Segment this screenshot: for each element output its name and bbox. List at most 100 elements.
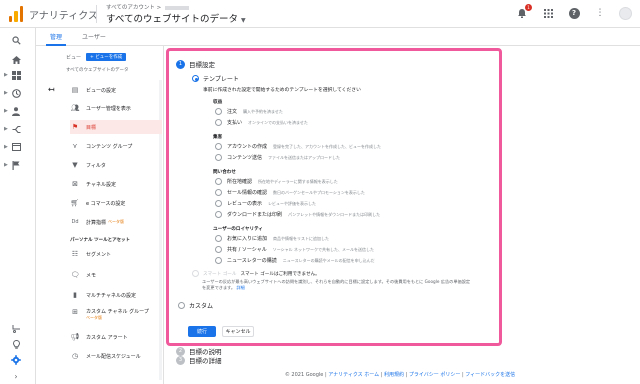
- smart-goal-note: スマート ゴールはご利用できません。: [240, 271, 320, 277]
- template-radio[interactable]: [192, 75, 199, 82]
- memo-icon: 🗨︎: [70, 271, 80, 279]
- tab-admin[interactable]: 管理: [50, 32, 62, 41]
- notifications-bell-icon[interactable]: 1: [515, 4, 532, 20]
- group-acquisition-title: 集客: [213, 135, 223, 140]
- option-create-account[interactable]: アカウントの作成 登録を完了した、アカウントを作成した、ビューを作成した: [215, 143, 381, 150]
- view-item-goals[interactable]: ⚑ 目標: [70, 120, 162, 134]
- back-arrow-icon[interactable]: ↤: [48, 85, 55, 94]
- bar-chart-icon: ▮: [73, 291, 77, 299]
- custom-radio-row[interactable]: カスタム: [178, 301, 213, 310]
- left-nav-rail: ▶ ▶ ▶ ▶ ▶ ▶ ›: [0, 28, 36, 384]
- view-item-scheduled-emails[interactable]: ◷ メール配信スケジュール: [70, 349, 162, 363]
- option-order[interactable]: 注文 購入や予約を済ませた: [215, 108, 283, 115]
- view-item-segments[interactable]: ☷ セグメント: [70, 247, 162, 261]
- option-payment[interactable]: 支払い オンラインでの支払いを済ませた: [215, 119, 308, 126]
- analytics-admin-screen: アナリティクス すべてのアカウント > すべてのウェブサイトのデータ ▼ 1 ? …: [0, 0, 640, 384]
- option-radio[interactable]: [215, 108, 222, 115]
- segment-icon: ☷: [71, 250, 79, 258]
- option-radio[interactable]: [215, 257, 222, 264]
- search-icon[interactable]: [8, 34, 24, 46]
- footer-link-analytics-home[interactable]: アナリティクス ホーム: [328, 372, 379, 378]
- view-item-multichannel[interactable]: ▮ マルチチャネルの設定: [70, 288, 162, 302]
- option-radio[interactable]: [215, 246, 222, 253]
- analytics-logo-icon[interactable]: [9, 6, 23, 22]
- cancel-button[interactable]: キャンセル: [222, 326, 254, 337]
- step-number: 1: [176, 59, 185, 69]
- view-column: ビュー + ビューを作成 すべてのウェブサイトのデータ ↤ ▤ ビューの設定 👥︎…: [48, 46, 164, 384]
- cart-icon: 🛒︎: [70, 199, 80, 207]
- behavior-icon[interactable]: [8, 141, 24, 153]
- option-radio[interactable]: [215, 178, 222, 185]
- top-bar: アナリティクス すべてのアカウント > すべてのウェブサイトのデータ ▼ 1 ? …: [0, 0, 640, 28]
- view-item-filters[interactable]: ▼ フィルタ: [70, 158, 162, 172]
- view-item-settings[interactable]: ▤ ビューの設定: [70, 83, 162, 97]
- option-sale-info[interactable]: セール情報の確認 数日のバーゲンセールやプロモーションを表示した: [215, 189, 365, 196]
- apps-grid-icon[interactable]: [541, 6, 555, 20]
- option-radio[interactable]: [215, 211, 222, 218]
- custom-channel-icon: ⊞: [72, 308, 78, 316]
- template-label: テンプレート: [203, 76, 239, 83]
- view-name[interactable]: すべてのウェブサイトのデータ: [66, 67, 129, 73]
- customization-icon[interactable]: [8, 69, 24, 81]
- smart-goal-row: スマート ゴール スマート ゴールはご利用できません。: [192, 270, 320, 277]
- collapse-chevron-icon[interactable]: ›: [8, 370, 24, 382]
- view-item-ecommerce[interactable]: 🛒︎ e コマースの設定: [70, 196, 162, 210]
- users-icon: 👥︎: [70, 104, 80, 112]
- view-item-user-management[interactable]: 👥︎ ユーザー管理を表示: [70, 101, 162, 115]
- option-download-print[interactable]: ダウンロードまたは印刷 パンフレットや情報をダウンロードまたは印刷した: [215, 211, 380, 218]
- custom-radio[interactable]: [178, 302, 185, 309]
- help-icon[interactable]: ?: [567, 6, 581, 20]
- view-item-calculated-metrics[interactable]: Dd 計算指標 ベータ版: [70, 215, 162, 229]
- discover-lightbulb-icon[interactable]: [8, 338, 24, 350]
- step-goal-details[interactable]: 3 目標の詳細: [176, 355, 222, 365]
- account-avatar[interactable]: [619, 6, 632, 20]
- view-item-custom-alerts[interactable]: 📢︎ カスタム アラート: [70, 330, 162, 344]
- conversions-flag-icon[interactable]: [8, 159, 24, 171]
- view-item-custom-channel-grouping[interactable]: ⊞ カスタム チャネル グループ ベータ版: [70, 308, 162, 321]
- smart-goal-label: スマート ゴール: [203, 271, 237, 277]
- audience-person-icon[interactable]: [8, 105, 24, 117]
- view-item-channel-settings[interactable]: ⊠ チャネル設定: [70, 177, 162, 191]
- template-radio-row[interactable]: テンプレート: [192, 74, 239, 83]
- footer-link-privacy[interactable]: プライバシー ポリシー: [409, 372, 461, 378]
- option-share-social[interactable]: 共有 / ソーシャル ソーシャル ネットワークで共有した、メールを送信した: [215, 246, 374, 253]
- more-vert-icon[interactable]: ⋮: [593, 6, 607, 20]
- view-item-annotations[interactable]: 🗨︎ メモ: [70, 268, 162, 282]
- option-favorite[interactable]: お気に入りに追加 商品や情報をリストに追加した: [215, 235, 329, 242]
- option-content-submit[interactable]: コンテンツ送信 ファイルを送信またはアップロードした: [215, 154, 340, 161]
- clock-icon: ◷: [71, 352, 79, 360]
- option-radio[interactable]: [215, 119, 222, 126]
- realtime-clock-icon[interactable]: [8, 87, 24, 99]
- step-title: 目標設定: [189, 61, 215, 69]
- footer-link-terms[interactable]: 利用規約: [384, 372, 404, 378]
- option-radio[interactable]: [215, 143, 222, 150]
- footer-copyright: © 2021 Google: [284, 372, 324, 378]
- flag-icon: ⚑: [71, 123, 79, 131]
- content-group-icon: ⋎: [72, 142, 78, 150]
- breadcrumb-account[interactable]: すべてのアカウント >: [106, 3, 190, 11]
- create-view-button[interactable]: + ビューを作成: [86, 53, 127, 61]
- footer-link-feedback[interactable]: フィードバックを送信: [465, 372, 515, 378]
- admin-gear-icon[interactable]: [8, 354, 24, 366]
- beta-badge: ベータ版: [108, 219, 125, 224]
- option-newsletter[interactable]: ニュースレターの購読 ニュースレターの購読やメールの配信を申し込んだ: [215, 257, 375, 264]
- option-radio[interactable]: [215, 235, 222, 242]
- home-icon[interactable]: [8, 54, 24, 66]
- property-view-selector[interactable]: すべてのウェブサイトのデータ ▼: [106, 11, 246, 25]
- smart-goal-radio: [192, 270, 199, 277]
- step-title: 目標の詳細: [189, 357, 222, 365]
- app-name: アナリティクス: [29, 11, 98, 22]
- attribution-icon[interactable]: [8, 322, 24, 334]
- tab-user[interactable]: ユーザー: [82, 32, 106, 41]
- smart-goal-learn-more-link[interactable]: 詳細: [236, 285, 244, 290]
- group-loyalty-title: ユーザーのロイヤリティ: [213, 227, 264, 232]
- step-number: 3: [176, 355, 185, 365]
- view-item-content-grouping[interactable]: ⋎ コンテンツ グループ: [70, 139, 162, 153]
- option-radio[interactable]: [215, 200, 222, 207]
- option-review[interactable]: レビューの表示 レビューや評価を表示した: [215, 200, 316, 207]
- continue-button[interactable]: 続行: [188, 326, 216, 337]
- acquisition-icon[interactable]: [8, 123, 24, 135]
- option-location[interactable]: 所在地確認 所在地やディーラーに関する情報を表示した: [215, 178, 338, 185]
- option-radio[interactable]: [215, 154, 222, 161]
- option-radio[interactable]: [215, 189, 222, 196]
